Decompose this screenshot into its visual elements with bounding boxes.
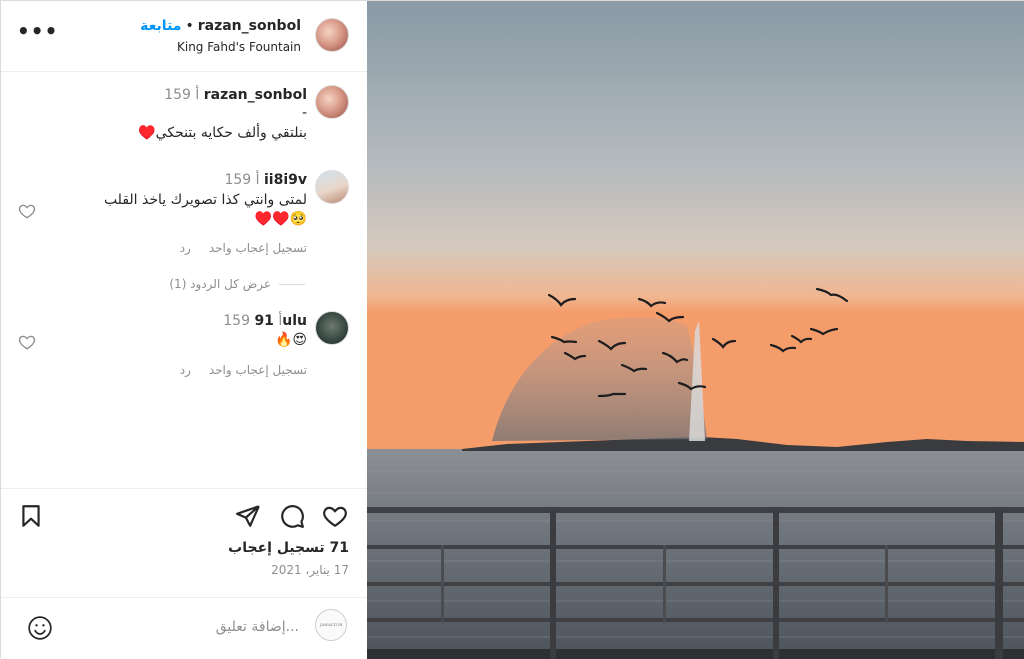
caption-text: بنلتقي وألف حكايه بتنحكي♥️ (138, 125, 307, 141)
location-link[interactable]: King Fahd's Fountain (177, 40, 301, 54)
add-comment-divider (1, 597, 367, 599)
bookmark-icon[interactable] (18, 503, 44, 529)
reply-button[interactable]: رد (180, 241, 191, 255)
post-dialog: ••• متابعة • razan_sonbol King Fahd's Foun… (0, 0, 1024, 659)
caption-head: 159 أ razan_sonbol (156, 87, 307, 103)
view-replies-button[interactable]: عرض كل الردود (1) (169, 277, 271, 291)
reply-button[interactable]: رد (180, 363, 191, 377)
comment-head: 159 أ ii8i9v (216, 172, 307, 188)
viewer-avatar-text: JAWALTUB (319, 622, 343, 627)
comment-text: لمتى وانتي كذا تصويرك ياخذ القلب (103, 192, 307, 208)
comment-avatar[interactable] (315, 311, 349, 345)
comment-actions: تسجيل إعجاب واحد رد (162, 241, 307, 255)
emoji-icon[interactable] (27, 615, 53, 641)
actions-divider (1, 488, 367, 490)
heart-icon[interactable] (18, 333, 36, 351)
comment-time[interactable]: 159 أ (224, 172, 259, 188)
comment-emoji-line: 🥺♥️♥️ (254, 211, 307, 227)
more-options-icon[interactable]: ••• (17, 19, 58, 43)
heart-icon[interactable] (322, 503, 348, 529)
follow-button[interactable]: متابعة (140, 18, 181, 34)
sea (367, 449, 1024, 659)
post-header: ••• متابعة • razan_sonbol King Fahd's Foun… (1, 1, 367, 72)
separator-dot: • (185, 18, 194, 34)
author-avatar[interactable] (315, 18, 349, 52)
comment-avatar[interactable] (315, 170, 349, 204)
comment-text: 😍🔥 (274, 332, 307, 348)
comments-panel: ••• متابعة • razan_sonbol King Fahd's Foun… (1, 1, 367, 659)
comment-input[interactable] (97, 618, 301, 636)
post-photo (367, 1, 1024, 659)
header-username[interactable]: razan_sonbol (198, 18, 301, 34)
header-user-line: متابعة • razan_sonbol (140, 18, 301, 34)
comment-username[interactable]: ii8i9v (264, 172, 307, 188)
post-date[interactable]: 17 يناير، 2021 (271, 563, 349, 577)
caption-time[interactable]: 159 أ (164, 87, 199, 103)
caption-avatar[interactable] (315, 85, 349, 119)
caption-username[interactable]: razan_sonbol (204, 87, 307, 103)
sunset-fountain-image (367, 1, 1024, 659)
caption-dash: - (301, 105, 307, 121)
comment-actions: تسجيل إعجاب واحد رد (162, 363, 307, 377)
comment-head: 159 أ 91ulu (215, 313, 307, 329)
comment-icon[interactable] (279, 503, 305, 529)
replies-divider (279, 284, 305, 285)
likes-count[interactable]: 71 تسجيل إعجاب (228, 540, 349, 556)
comment-likes-count[interactable]: تسجيل إعجاب واحد (209, 363, 307, 377)
comment-likes-count[interactable]: تسجيل إعجاب واحد (209, 241, 307, 255)
heart-icon[interactable] (18, 202, 36, 220)
share-icon[interactable] (235, 503, 261, 529)
viewer-avatar[interactable]: JAWALTUB (315, 609, 347, 641)
